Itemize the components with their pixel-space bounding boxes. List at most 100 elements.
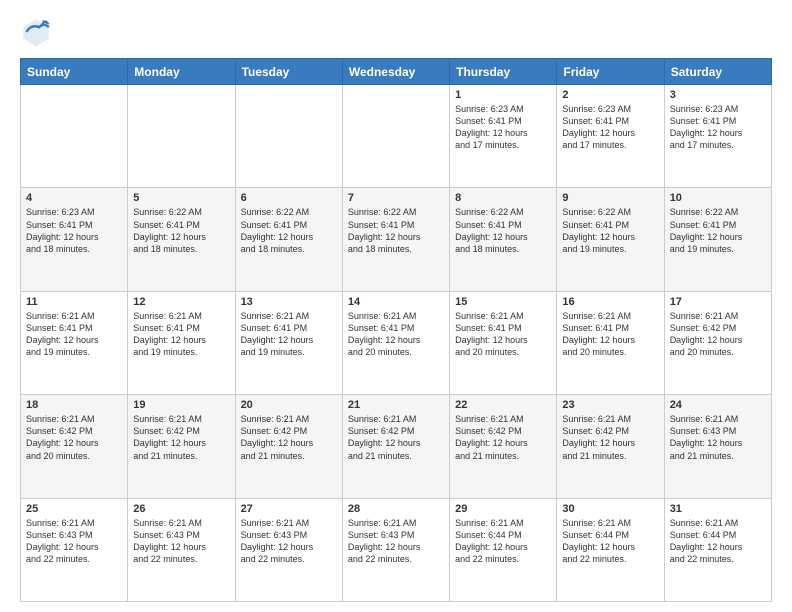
- header: [20, 16, 772, 48]
- calendar-cell: 20 Sunrise: 6:21 AM Sunset: 6:42 PM Dayli…: [235, 395, 342, 498]
- day-info: Sunrise: 6:21 AM Sunset: 6:43 PM Dayligh…: [26, 517, 122, 566]
- day-number: 12: [133, 296, 229, 308]
- calendar-cell: [21, 85, 128, 188]
- calendar-week-5: 25 Sunrise: 6:21 AM Sunset: 6:43 PM Dayli…: [21, 498, 772, 601]
- calendar-cell: 5 Sunrise: 6:22 AM Sunset: 6:41 PM Daylig…: [128, 188, 235, 291]
- day-info: Sunrise: 6:21 AM Sunset: 6:42 PM Dayligh…: [348, 413, 444, 462]
- calendar-week-3: 11 Sunrise: 6:21 AM Sunset: 6:41 PM Dayli…: [21, 291, 772, 394]
- calendar-cell: 26 Sunrise: 6:21 AM Sunset: 6:43 PM Dayli…: [128, 498, 235, 601]
- calendar-cell: 17 Sunrise: 6:21 AM Sunset: 6:42 PM Dayli…: [664, 291, 771, 394]
- day-number: 23: [562, 399, 658, 411]
- page: SundayMondayTuesdayWednesdayThursdayFrid…: [0, 0, 792, 612]
- calendar-cell: 14 Sunrise: 6:21 AM Sunset: 6:41 PM Dayli…: [342, 291, 449, 394]
- day-info: Sunrise: 6:21 AM Sunset: 6:42 PM Dayligh…: [26, 413, 122, 462]
- day-info: Sunrise: 6:21 AM Sunset: 6:44 PM Dayligh…: [455, 517, 551, 566]
- day-info: Sunrise: 6:23 AM Sunset: 6:41 PM Dayligh…: [670, 103, 766, 152]
- day-number: 17: [670, 296, 766, 308]
- logo-icon: [20, 16, 52, 48]
- day-number: 6: [241, 192, 337, 204]
- calendar-cell: 27 Sunrise: 6:21 AM Sunset: 6:43 PM Dayli…: [235, 498, 342, 601]
- day-number: 19: [133, 399, 229, 411]
- calendar-cell: 22Sunrise: 6:21 AM Sunset: 6:42 PM Dayli…: [450, 395, 557, 498]
- day-info: Sunrise: 6:21 AM Sunset: 6:43 PM Dayligh…: [670, 413, 766, 462]
- day-number: 29: [455, 503, 551, 515]
- day-info: Sunrise: 6:21 AM Sunset: 6:42 PM Dayligh…: [562, 413, 658, 462]
- calendar-cell: 30 Sunrise: 6:21 AM Sunset: 6:44 PM Dayli…: [557, 498, 664, 601]
- calendar-cell: 23 Sunrise: 6:21 AM Sunset: 6:42 PM Dayli…: [557, 395, 664, 498]
- day-info: Sunrise: 6:21 AM Sunset: 6:44 PM Dayligh…: [670, 517, 766, 566]
- calendar-cell: 29 Sunrise: 6:21 AM Sunset: 6:44 PM Dayli…: [450, 498, 557, 601]
- day-info: Sunrise: 6:22 AM Sunset: 6:41 PM Dayligh…: [133, 206, 229, 255]
- calendar-cell: 2 Sunrise: 6:23 AM Sunset: 6:41 PM Daylig…: [557, 85, 664, 188]
- calendar-cell: 18 Sunrise: 6:21 AM Sunset: 6:42 PM Dayli…: [21, 395, 128, 498]
- day-info: Sunrise: 6:21 AM Sunset: 6:43 PM Dayligh…: [241, 517, 337, 566]
- calendar-cell: [235, 85, 342, 188]
- day-info: Sunrise: 6:21 AM Sunset: 6:43 PM Dayligh…: [348, 517, 444, 566]
- day-info: Sunrise: 6:22 AM Sunset: 6:41 PM Dayligh…: [348, 206, 444, 255]
- day-info: Sunrise: 6:23 AM Sunset: 6:41 PM Dayligh…: [455, 103, 551, 152]
- day-info: Sunrise: 6:21 AM Sunset: 6:41 PM Dayligh…: [133, 310, 229, 359]
- calendar-cell: 11 Sunrise: 6:21 AM Sunset: 6:41 PM Dayli…: [21, 291, 128, 394]
- calendar-header-wednesday: Wednesday: [342, 59, 449, 85]
- day-number: 1: [455, 89, 551, 101]
- calendar-cell: [128, 85, 235, 188]
- logo: [20, 16, 56, 48]
- calendar-cell: 25 Sunrise: 6:21 AM Sunset: 6:43 PM Dayli…: [21, 498, 128, 601]
- calendar-table: SundayMondayTuesdayWednesdayThursdayFrid…: [20, 58, 772, 602]
- calendar-cell: 24Sunrise: 6:21 AM Sunset: 6:43 PM Dayli…: [664, 395, 771, 498]
- day-info: Sunrise: 6:21 AM Sunset: 6:43 PM Dayligh…: [133, 517, 229, 566]
- calendar-cell: 19Sunrise: 6:21 AM Sunset: 6:42 PM Dayli…: [128, 395, 235, 498]
- day-number: 9: [562, 192, 658, 204]
- day-number: 25: [26, 503, 122, 515]
- day-info: Sunrise: 6:21 AM Sunset: 6:41 PM Dayligh…: [562, 310, 658, 359]
- calendar-cell: 3Sunrise: 6:23 AM Sunset: 6:41 PM Daylig…: [664, 85, 771, 188]
- calendar-cell: [342, 85, 449, 188]
- day-number: 26: [133, 503, 229, 515]
- day-number: 2: [562, 89, 658, 101]
- calendar-header-saturday: Saturday: [664, 59, 771, 85]
- day-number: 5: [133, 192, 229, 204]
- calendar-header-row: SundayMondayTuesdayWednesdayThursdayFrid…: [21, 59, 772, 85]
- day-info: Sunrise: 6:23 AM Sunset: 6:41 PM Dayligh…: [26, 206, 122, 255]
- calendar-header-friday: Friday: [557, 59, 664, 85]
- day-number: 27: [241, 503, 337, 515]
- calendar-cell: 13 Sunrise: 6:21 AM Sunset: 6:41 PM Dayli…: [235, 291, 342, 394]
- calendar-cell: 28 Sunrise: 6:21 AM Sunset: 6:43 PM Dayli…: [342, 498, 449, 601]
- day-number: 18: [26, 399, 122, 411]
- day-info: Sunrise: 6:21 AM Sunset: 6:41 PM Dayligh…: [26, 310, 122, 359]
- day-number: 28: [348, 503, 444, 515]
- calendar-cell: 10Sunrise: 6:22 AM Sunset: 6:41 PM Dayli…: [664, 188, 771, 291]
- calendar-cell: 1 Sunrise: 6:23 AM Sunset: 6:41 PM Daylig…: [450, 85, 557, 188]
- day-number: 8: [455, 192, 551, 204]
- day-number: 31: [670, 503, 766, 515]
- calendar-cell: 7Sunrise: 6:22 AM Sunset: 6:41 PM Daylig…: [342, 188, 449, 291]
- day-number: 11: [26, 296, 122, 308]
- day-number: 30: [562, 503, 658, 515]
- day-info: Sunrise: 6:22 AM Sunset: 6:41 PM Dayligh…: [241, 206, 337, 255]
- calendar-cell: 16Sunrise: 6:21 AM Sunset: 6:41 PM Dayli…: [557, 291, 664, 394]
- calendar-cell: 6 Sunrise: 6:22 AM Sunset: 6:41 PM Daylig…: [235, 188, 342, 291]
- day-info: Sunrise: 6:21 AM Sunset: 6:41 PM Dayligh…: [348, 310, 444, 359]
- day-number: 13: [241, 296, 337, 308]
- day-info: Sunrise: 6:21 AM Sunset: 6:42 PM Dayligh…: [455, 413, 551, 462]
- day-info: Sunrise: 6:21 AM Sunset: 6:42 PM Dayligh…: [670, 310, 766, 359]
- calendar-week-4: 18 Sunrise: 6:21 AM Sunset: 6:42 PM Dayli…: [21, 395, 772, 498]
- day-info: Sunrise: 6:21 AM Sunset: 6:42 PM Dayligh…: [241, 413, 337, 462]
- day-info: Sunrise: 6:21 AM Sunset: 6:41 PM Dayligh…: [455, 310, 551, 359]
- calendar-cell: 21 Sunrise: 6:21 AM Sunset: 6:42 PM Dayli…: [342, 395, 449, 498]
- calendar-week-1: 1 Sunrise: 6:23 AM Sunset: 6:41 PM Daylig…: [21, 85, 772, 188]
- day-info: Sunrise: 6:21 AM Sunset: 6:41 PM Dayligh…: [241, 310, 337, 359]
- day-number: 14: [348, 296, 444, 308]
- day-number: 20: [241, 399, 337, 411]
- calendar-cell: 31 Sunrise: 6:21 AM Sunset: 6:44 PM Dayli…: [664, 498, 771, 601]
- calendar-cell: 12 Sunrise: 6:21 AM Sunset: 6:41 PM Dayli…: [128, 291, 235, 394]
- calendar-header-sunday: Sunday: [21, 59, 128, 85]
- day-number: 15: [455, 296, 551, 308]
- day-info: Sunrise: 6:22 AM Sunset: 6:41 PM Dayligh…: [562, 206, 658, 255]
- calendar-cell: 9 Sunrise: 6:22 AM Sunset: 6:41 PM Daylig…: [557, 188, 664, 291]
- day-info: Sunrise: 6:21 AM Sunset: 6:44 PM Dayligh…: [562, 517, 658, 566]
- day-info: Sunrise: 6:22 AM Sunset: 6:41 PM Dayligh…: [455, 206, 551, 255]
- day-info: Sunrise: 6:23 AM Sunset: 6:41 PM Dayligh…: [562, 103, 658, 152]
- day-number: 21: [348, 399, 444, 411]
- day-number: 10: [670, 192, 766, 204]
